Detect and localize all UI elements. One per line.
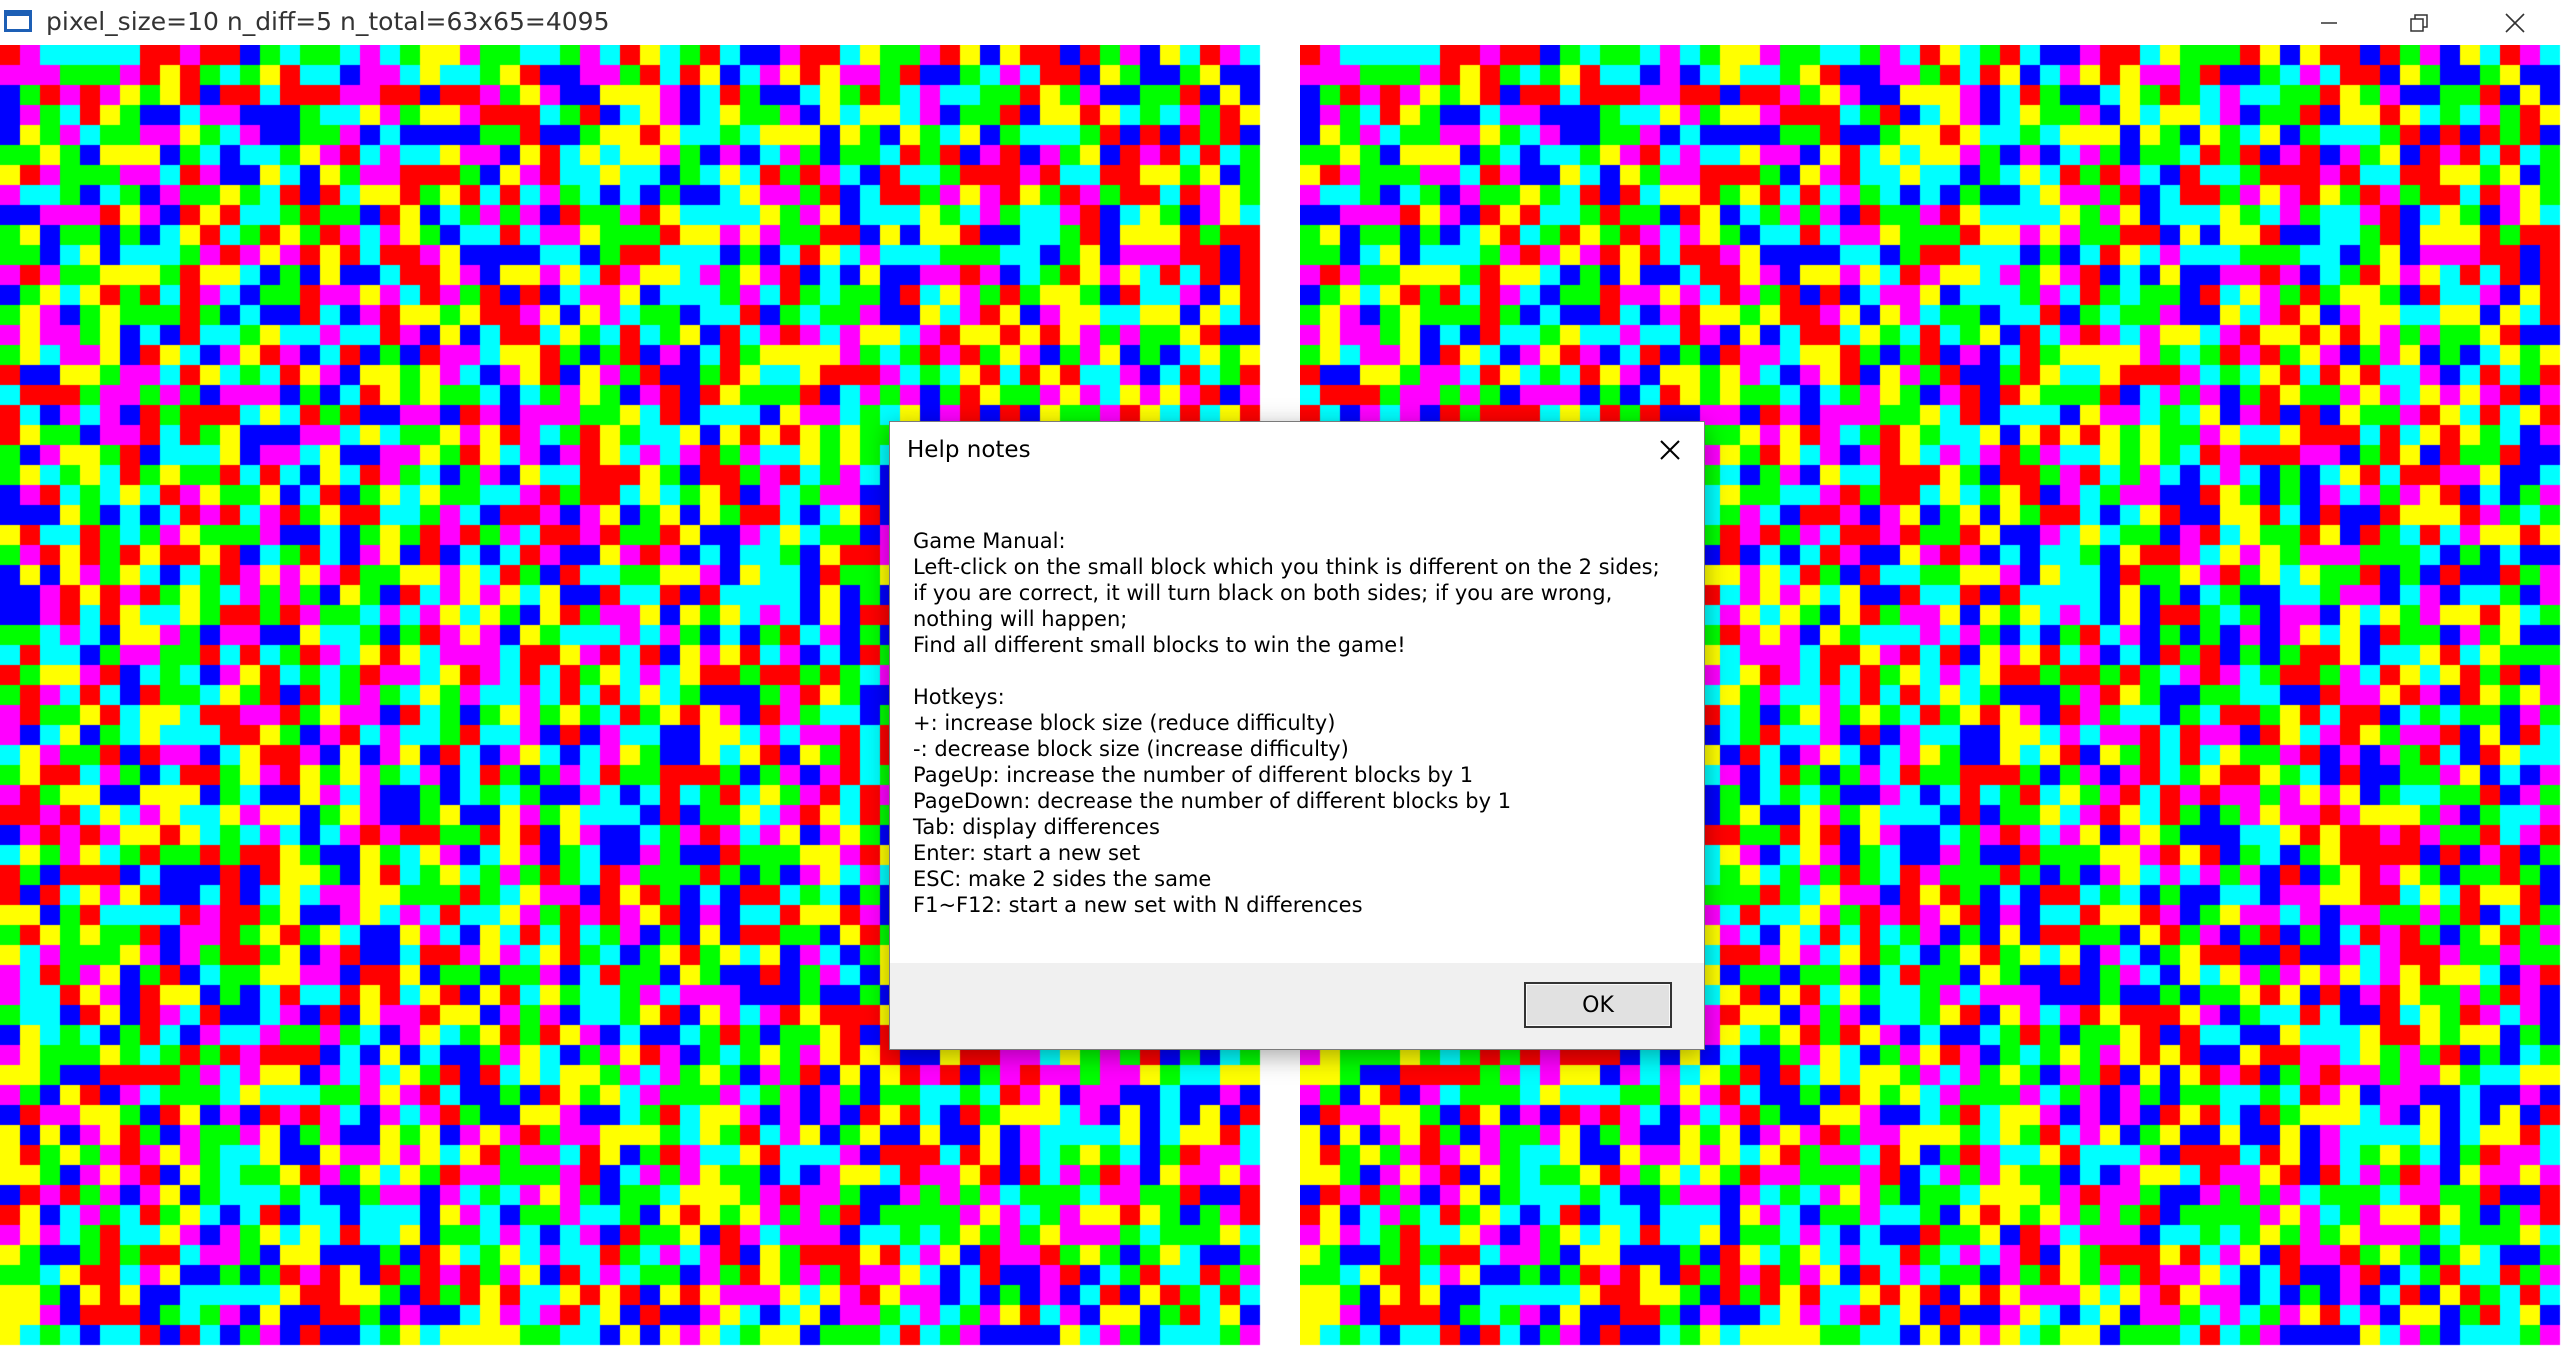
window-title: pixel_size=10 n_diff=5 n_total=63x65=409… [46, 7, 610, 36]
dialog-line [913, 658, 1673, 684]
help-dialog: Help notes Game Manual: Left-click on th… [889, 421, 1705, 1050]
minimize-icon [2321, 21, 2337, 24]
dialog-line: PageDown: decrease the number of differe… [913, 789, 1512, 813]
dialog-line: Find all different small blocks to win t… [913, 633, 1406, 657]
dialog-line: Game Manual: [913, 529, 1066, 553]
close-icon [1660, 440, 1680, 460]
ok-button[interactable]: OK [1524, 982, 1672, 1028]
minimize-button[interactable] [2284, 0, 2374, 45]
dialog-line: PageUp: increase the number of different… [913, 763, 1474, 787]
close-icon [2505, 12, 2525, 33]
dialog-line: if you are correct, it will turn black o… [913, 581, 1613, 605]
dialog-message: Game Manual: Left-click on the small blo… [913, 528, 1673, 918]
dialog-line: Left-click on the small block which you … [913, 555, 1660, 579]
dialog-line: +: increase block size (reduce difficult… [913, 711, 1336, 735]
restore-icon [2410, 13, 2428, 32]
dialog-title: Help notes [907, 437, 1031, 463]
title-bar: pixel_size=10 n_diff=5 n_total=63x65=409… [0, 0, 2562, 45]
restore-button[interactable] [2374, 0, 2464, 45]
dialog-line: Hotkeys: [913, 685, 1005, 709]
close-button[interactable] [2470, 0, 2560, 45]
dialog-line: -: decrease block size (increase difficu… [913, 737, 1349, 761]
dialog-line: nothing will happen; [913, 607, 1128, 631]
window-app-icon [4, 10, 32, 32]
dialog-line: Enter: start a new set [913, 841, 1141, 865]
dialog-close-button[interactable] [1642, 429, 1698, 471]
dialog-line: F1~F12: start a new set with N differenc… [913, 893, 1363, 917]
dialog-line: ESC: make 2 sides the same [913, 867, 1212, 891]
dialog-line: Tab: display differences [913, 815, 1160, 839]
